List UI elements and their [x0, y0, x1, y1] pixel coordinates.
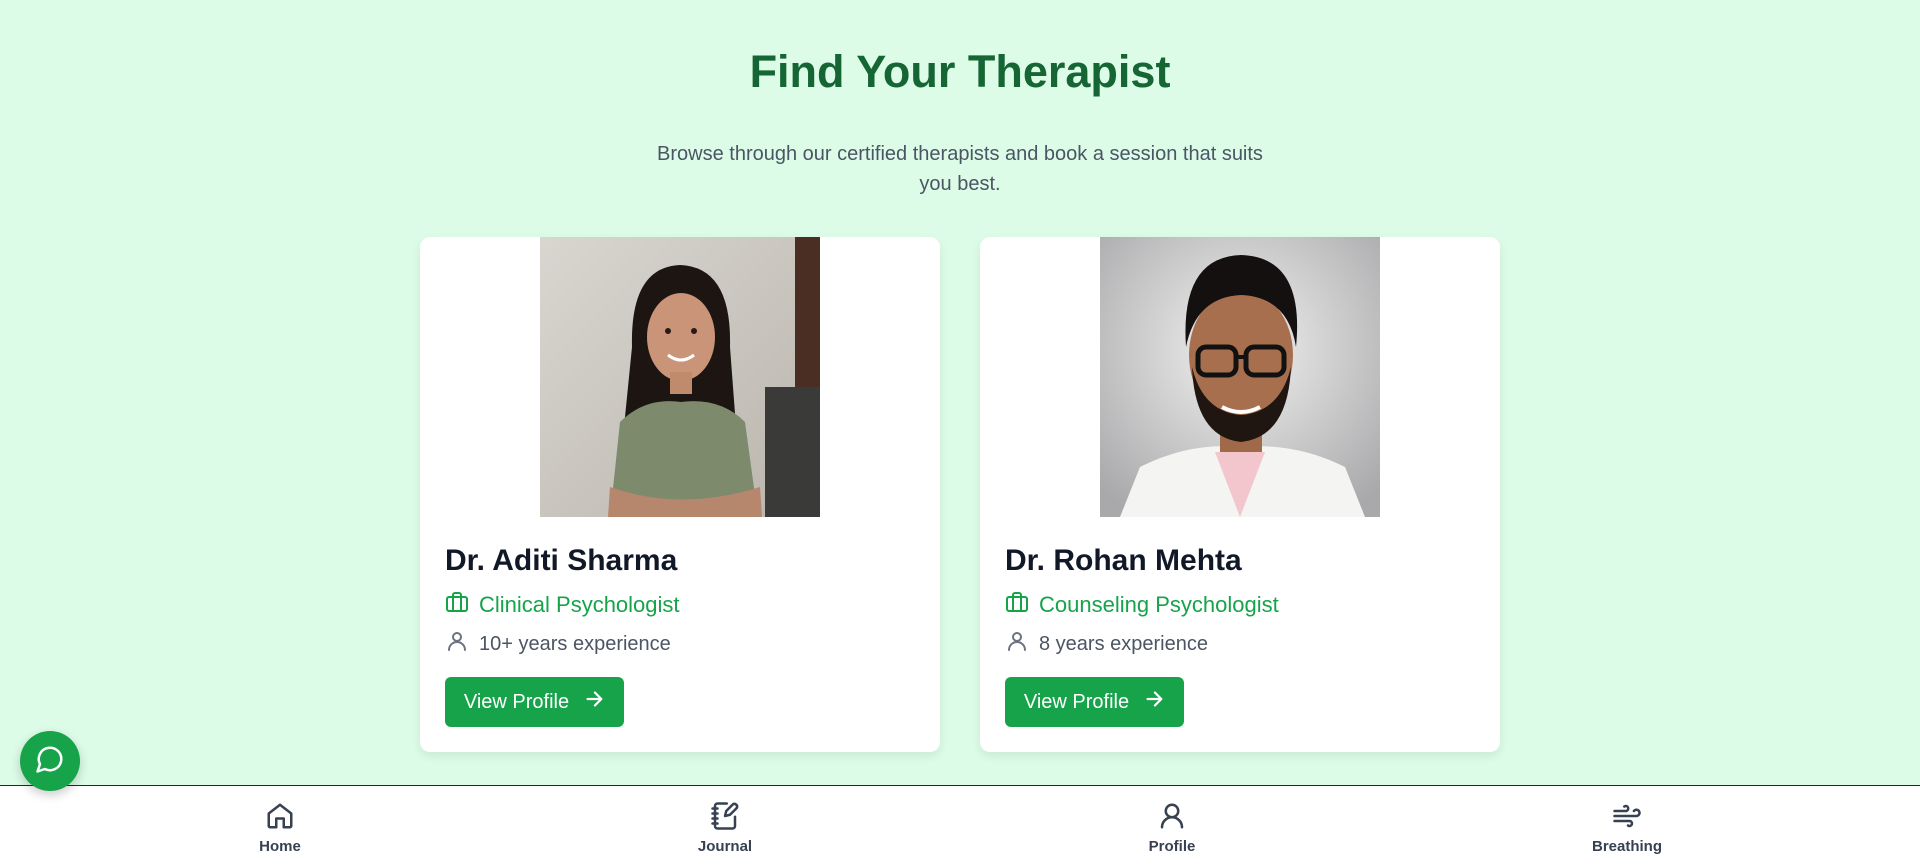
view-profile-button[interactable]: View Profile	[445, 677, 624, 727]
therapist-photo	[1100, 237, 1380, 517]
page-title: Find Your Therapist	[749, 46, 1171, 97]
user-icon	[1005, 629, 1029, 659]
arrow-right-icon	[1143, 688, 1165, 716]
wind-icon	[1612, 801, 1642, 836]
experience-label: 8 years experience	[1039, 632, 1208, 655]
therapist-name: Dr. Rohan Mehta	[1005, 544, 1242, 577]
view-profile-label: View Profile	[1023, 690, 1130, 713]
arrow-right-icon	[583, 688, 605, 716]
nav-label: Home	[259, 838, 301, 855]
therapist-specialty: Clinical Psychologist	[445, 591, 680, 619]
therapist-specialty: Counseling Psychologist	[1005, 591, 1279, 619]
view-profile-label: View Profile	[463, 690, 570, 713]
nav-label: Journal	[697, 838, 753, 855]
therapist-photo	[540, 237, 820, 517]
nav-item-home[interactable]: Home	[220, 801, 340, 855]
nav-item-breathing[interactable]: Breathing	[1567, 801, 1687, 855]
nav-item-profile[interactable]: Profile	[1112, 801, 1232, 855]
briefcase-icon	[445, 590, 469, 620]
bottom-nav: Home Journal Profile Breathing	[0, 785, 1920, 866]
specialty-label: Counseling Psychologist	[1039, 592, 1279, 617]
experience-label: 10+ years experience	[479, 632, 671, 655]
home-icon	[265, 801, 295, 836]
therapist-page: Find Your Therapist Browse through our c…	[0, 0, 1920, 785]
page-subtitle: Browse through our certified therapists …	[657, 143, 1263, 195]
chat-button[interactable]	[20, 731, 80, 791]
specialty-label: Clinical Psychologist	[479, 592, 680, 617]
therapist-experience: 10+ years experience	[445, 630, 671, 658]
therapist-name: Dr. Aditi Sharma	[445, 544, 678, 577]
therapist-card: Dr. Rohan Mehta Counseling Psychologist …	[980, 237, 1500, 752]
user-icon	[445, 629, 469, 659]
view-profile-button[interactable]: View Profile	[1005, 677, 1184, 727]
journal-icon	[710, 801, 740, 836]
user-icon	[1157, 801, 1187, 836]
therapist-card: Dr. Aditi Sharma Clinical Psychologist 1…	[420, 237, 940, 752]
therapist-experience: 8 years experience	[1005, 630, 1208, 658]
chat-bubble-icon	[35, 744, 65, 779]
nav-label: Profile	[1148, 838, 1196, 855]
nav-label: Breathing	[1591, 838, 1662, 855]
briefcase-icon	[1005, 590, 1029, 620]
nav-item-journal[interactable]: Journal	[665, 801, 785, 855]
